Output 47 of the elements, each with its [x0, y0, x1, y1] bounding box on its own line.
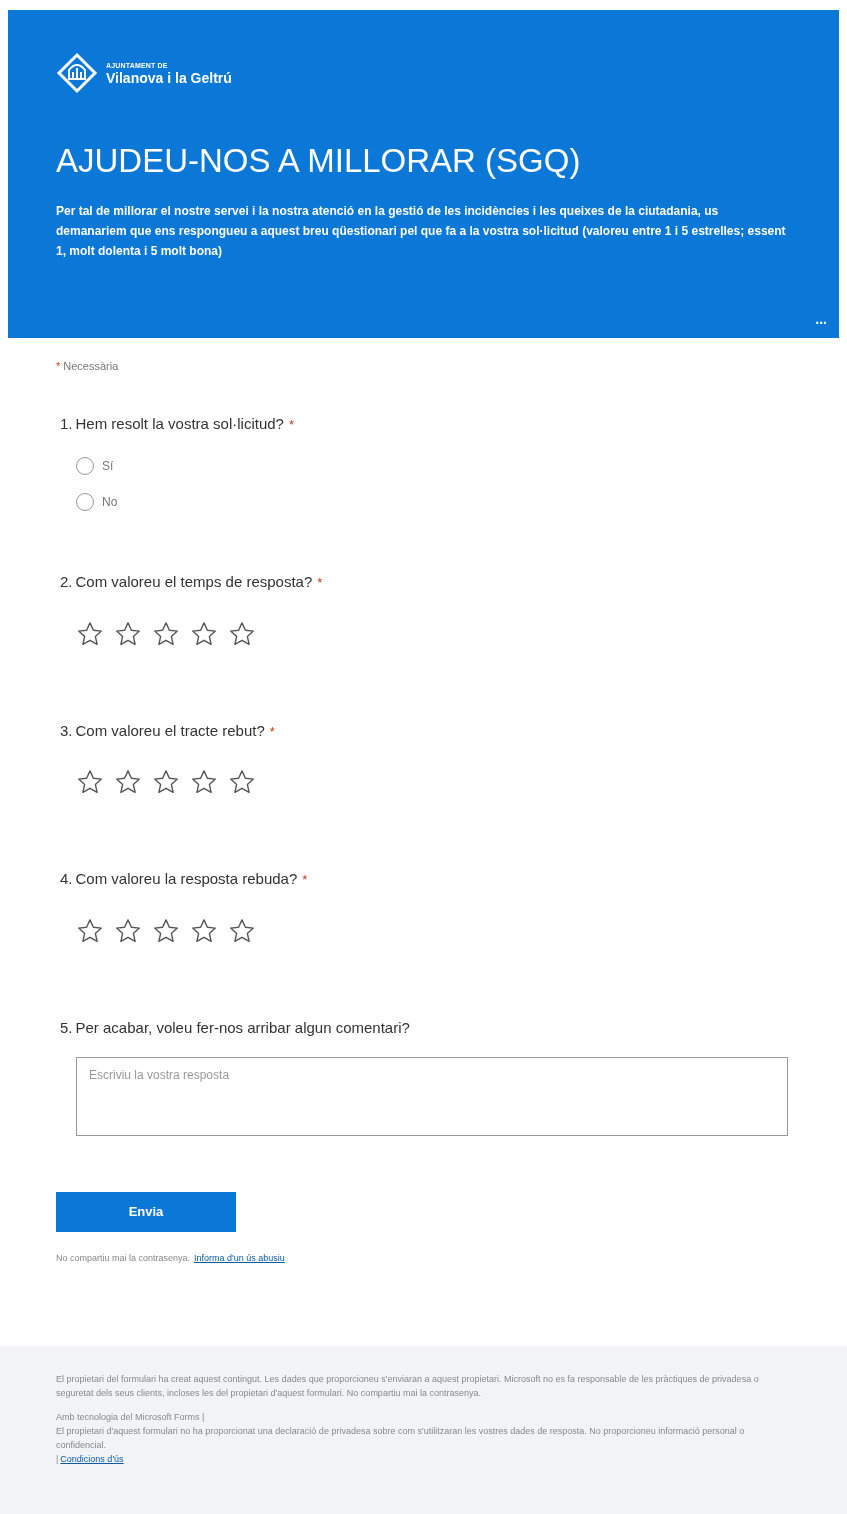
logo-title: Vilanova i la Geltrú [106, 70, 232, 85]
question-text: Com valoreu el tracte rebut? [75, 720, 265, 741]
required-asterisk: * [302, 871, 308, 889]
privacy-notice: El propietari d'aquest formulari no ha proporcionat una declaració de privadesa sobre com s'utilitzaran les vostres dades de resposta. No proporcioneu informació personal o confidencial. [56, 1425, 746, 1452]
star-icon[interactable] [76, 619, 104, 648]
required-note: Necessària [63, 359, 119, 374]
star-icon[interactable] [190, 916, 218, 945]
question-number: 5. [60, 1017, 73, 1038]
star-icon[interactable] [76, 768, 104, 796]
required-asterisk: * [269, 722, 275, 741]
form-title: AJUDEU-NOS A MILLORAR (SGQ) [56, 141, 582, 181]
star-icon[interactable] [152, 619, 180, 648]
separator-text: | [56, 1453, 59, 1466]
required-asterisk: * [56, 359, 61, 374]
star-icon[interactable] [76, 916, 104, 945]
question-text: Com valoreu el temps de resposta? [75, 572, 313, 592]
form-description: Per tal de millorar el nostre servei i la nostra atenció en la gestió de les incidències i les queixes de la ciutadania, us demanariem que ens respongueu a aquest breu qüestionari pel que fa a la vostra sol·licitud (valoreu entre 1 i 5 estrelles; essent 1, molt dolenta i 5 molt bona) [56, 203, 787, 261]
submit-button[interactable]: Envia [56, 1192, 236, 1232]
star-icon[interactable] [114, 916, 142, 945]
star-icon[interactable] [228, 768, 256, 796]
star-icon[interactable] [190, 619, 218, 648]
option-label: No [102, 494, 118, 511]
more-options-button[interactable]: ... [815, 309, 827, 330]
star-icon[interactable] [114, 768, 142, 796]
question-text: Per acabar, voleu fer-nos arribar algun comentari? [75, 1017, 410, 1038]
question-number: 4. [60, 869, 73, 889]
question-text: Hem resolt la vostra sol·licitud? [75, 413, 284, 434]
star-icon[interactable] [190, 768, 218, 796]
required-asterisk: * [317, 574, 323, 592]
required-asterisk: * [288, 415, 294, 434]
crest-logo-icon [56, 52, 98, 94]
question-text: Com valoreu la resposta rebuda? [75, 869, 298, 889]
question-number: 3. [60, 720, 73, 741]
password-warning: No compartiu mai la contrasenya. [56, 1252, 191, 1265]
footer-disclaimer: El propietari del formulari ha creat aquest contingut. Les dades que proporcioneu s'enviaran a aquest propietari. Microsoft no es fa responsable de les pràctiques de privadesa o seguretat dels seus clients, incloses les del propietari d'aquest formulari. No compartiu mai la contrasenya. [56, 1373, 760, 1400]
star-icon[interactable] [228, 619, 256, 648]
star-icon[interactable] [228, 916, 256, 945]
star-icon[interactable] [114, 619, 142, 648]
powered-by-text: Amb tecnologia del Microsoft Forms | [56, 1411, 206, 1424]
option-label: Sí [102, 458, 114, 475]
question-number: 1. [60, 413, 73, 434]
question-number: 2. [60, 572, 73, 592]
star-icon[interactable] [152, 768, 180, 796]
star-icon[interactable] [152, 916, 180, 945]
answer-field[interactable]: Escriviu la vostra resposta [76, 1057, 788, 1136]
report-abuse-link[interactable]: Informa d'un ús abusiu [194, 1252, 285, 1266]
terms-link[interactable]: Condicions d'ús [60, 1452, 124, 1466]
